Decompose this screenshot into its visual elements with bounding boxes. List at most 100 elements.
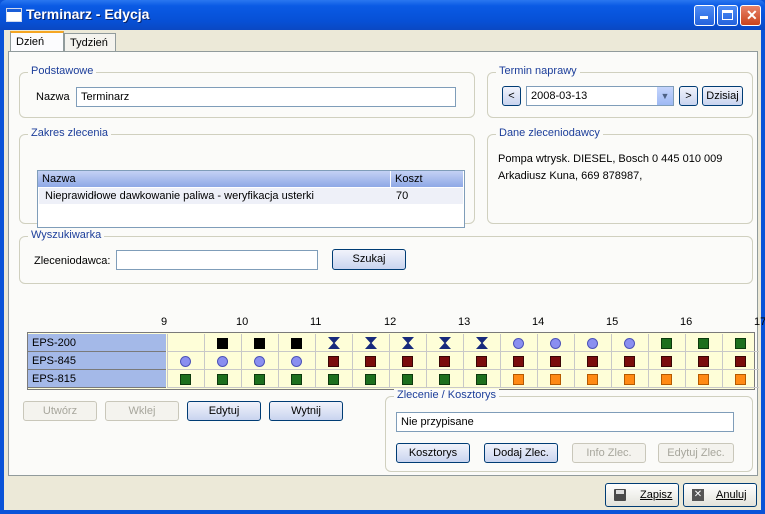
schedule-slot[interactable] [167,352,204,370]
client-part-number: 0 445 010 009 [652,153,723,165]
schedule-slot[interactable] [574,370,611,388]
schedule-slot[interactable] [648,352,685,370]
schedule-slot[interactable] [389,352,426,370]
kosztorys-button[interactable]: Kosztorys [396,443,470,463]
schedule-slot[interactable] [278,334,315,352]
title-bar[interactable]: Terminarz - Edycja ✕ [0,0,765,30]
close-icon: ✕ [746,7,758,23]
schedule-slot[interactable] [241,334,278,352]
sq-green-marker [476,374,487,385]
schedule-slot[interactable] [315,370,352,388]
schedule-slot[interactable] [500,334,537,352]
sq-green-marker [402,374,413,385]
schedule-slot[interactable] [167,334,204,352]
tab-tydzien[interactable]: Tydzień [64,33,116,52]
edit-order-button[interactable]: Edytuj Zlec. [658,443,734,463]
schedule-slot[interactable] [426,352,463,370]
schedule-slot[interactable] [352,352,389,370]
schedule-slot[interactable] [463,370,500,388]
cancel-icon: ✕ [692,489,704,501]
schedule-slot[interactable] [500,370,537,388]
paste-button[interactable]: Wklej [105,401,179,421]
schedule-slot[interactable] [574,334,611,352]
save-button[interactable]: Zapisz [605,483,679,507]
schedule-slot[interactable] [167,370,204,388]
schedule-slot[interactable] [463,352,500,370]
search-button[interactable]: Szukaj [332,249,406,270]
window-title: Terminarz - Edycja [26,6,150,22]
resource-label[interactable]: EPS-845 [28,352,166,370]
circle-marker [624,338,635,349]
schedule-slot[interactable] [463,334,500,352]
sq-green-marker [291,374,302,385]
resource-label[interactable]: EPS-200 [28,334,166,352]
col-header-koszt[interactable]: Koszt [391,171,464,187]
schedule-slot[interactable] [685,370,722,388]
sq-red-marker [587,356,598,367]
today-button[interactable]: Dzisiaj [702,86,743,106]
order-input[interactable] [396,412,734,432]
schedule-grid[interactable]: EPS-200 EPS-845 EPS-815 [27,332,759,390]
circle-marker [291,356,302,367]
maximize-button[interactable] [717,5,738,26]
schedule-slot[interactable] [537,334,574,352]
edit-button[interactable]: Edytuj [187,401,261,421]
close-button[interactable]: ✕ [740,5,761,26]
cut-button[interactable]: Wytnij [269,401,343,421]
schedule-slot[interactable] [537,370,574,388]
schedule-slot[interactable] [426,334,463,352]
schedule-slot[interactable] [611,334,648,352]
schedule-slot[interactable] [241,352,278,370]
group-podstawowe: Podstawowe Nazwa [19,65,475,118]
schedule-slot[interactable] [389,334,426,352]
next-day-button[interactable]: > [679,86,698,106]
schedule-slot[interactable] [722,334,759,352]
schedule-slot[interactable] [426,370,463,388]
schedule-slot[interactable] [722,370,759,388]
order-info-button[interactable]: Info Zlec. [572,443,646,463]
schedule-slot[interactable] [241,370,278,388]
chevron-down-icon[interactable]: ▼ [657,87,673,105]
resource-label[interactable]: EPS-815 [28,370,166,388]
schedule-slot[interactable] [611,370,648,388]
schedule-slot[interactable] [204,370,241,388]
tab-dzien-label: Dzień [16,36,45,48]
create-button[interactable]: Utwórz [23,401,97,421]
date-select[interactable]: 2008-03-13 ▼ [526,86,674,106]
schedule-slot[interactable] [389,370,426,388]
sq-black-marker [291,338,302,349]
name-input[interactable] [76,87,456,107]
schedule-slot[interactable] [500,352,537,370]
schedule-slot[interactable] [648,334,685,352]
schedule-slot[interactable] [685,334,722,352]
cancel-button[interactable]: ✕ Anuluj [683,483,757,507]
group-zlecenie-legend: Zlecenie / Kosztorys [394,389,500,401]
schedule-slot[interactable] [278,370,315,388]
sq-red-marker [698,356,709,367]
schedule-slot[interactable] [352,334,389,352]
schedule-slot[interactable] [611,352,648,370]
maximize-icon [722,10,733,20]
tab-dzien[interactable]: Dzień [10,31,64,52]
schedule-slot[interactable] [204,334,241,352]
schedule-slot[interactable] [315,334,352,352]
schedule-slot[interactable] [278,352,315,370]
schedule-slot[interactable] [685,352,722,370]
schedule-slot[interactable] [204,352,241,370]
col-header-nazwa[interactable]: Nazwa [38,171,391,187]
add-order-button[interactable]: Dodaj Zlec. [484,443,558,463]
schedule-slot[interactable] [315,352,352,370]
schedule-slot[interactable] [352,370,389,388]
prev-day-button[interactable]: < [502,86,521,106]
client-search-input[interactable] [116,250,318,270]
schedule-slot[interactable] [648,370,685,388]
sq-red-marker [624,356,635,367]
zakres-list[interactable]: Nazwa Koszt Nieprawidłowe dawkowanie pal… [37,170,465,228]
table-row[interactable]: Nieprawidłowe dawkowanie paliwa - weryfi… [39,188,463,204]
floppy-disk-icon [614,489,626,501]
sq-orange-marker [624,374,635,385]
schedule-slot[interactable] [574,352,611,370]
minimize-button[interactable] [694,5,715,26]
schedule-slot[interactable] [722,352,759,370]
schedule-slot[interactable] [537,352,574,370]
